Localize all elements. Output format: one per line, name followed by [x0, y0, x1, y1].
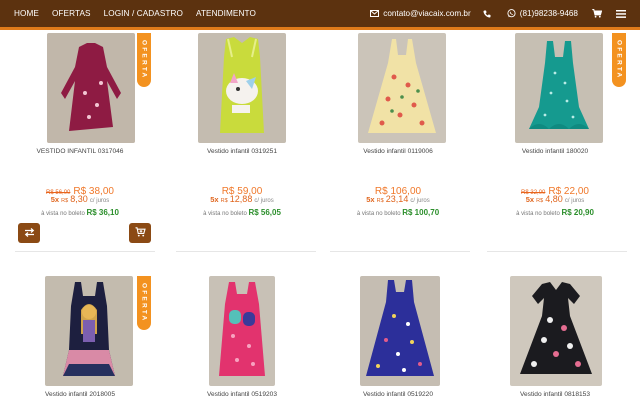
- offer-ribbon: OFERTA: [137, 33, 151, 87]
- envelope-icon: [370, 10, 380, 17]
- product-name[interactable]: Vestido infantil 0818153: [480, 391, 630, 398]
- product-image[interactable]: [515, 33, 603, 143]
- compare-button[interactable]: [18, 223, 40, 243]
- card-divider: [487, 251, 627, 252]
- whatsapp-number: (81)98238-9468: [519, 9, 578, 18]
- product-grid: OFERTA VESTIDO INFANTIL 0317046 R$ 56,00…: [0, 33, 640, 400]
- email-contact[interactable]: contato@viacaix.com.br: [370, 9, 471, 18]
- boleto-line: à vista no boleto R$ 100,70: [356, 208, 440, 217]
- product-image[interactable]: [45, 276, 133, 386]
- menu-icon[interactable]: [616, 9, 626, 18]
- product-image[interactable]: [358, 33, 446, 143]
- offer-ribbon: OFERTA: [612, 33, 626, 87]
- product-name[interactable]: Vestido infantil 0119006: [323, 148, 473, 155]
- cart-plus-icon: [135, 224, 146, 242]
- product-name[interactable]: VESTIDO INFANTIL 0317046: [5, 148, 155, 155]
- product-name[interactable]: Vestido infantil 0519203: [167, 391, 317, 398]
- card-divider: [176, 251, 316, 252]
- boleto-line: à vista no boleto R$ 20,90: [516, 208, 594, 217]
- boleto-line: à vista no boleto R$ 56,05: [203, 208, 281, 217]
- product-name[interactable]: Vestido infantil 0319251: [167, 148, 317, 155]
- installment-line: 5x R$ 4,80 c/ juros: [525, 194, 585, 204]
- email-text: contato@viacaix.com.br: [383, 9, 471, 18]
- product-name[interactable]: Vestido infantil 180020: [480, 148, 630, 155]
- card-divider: [330, 251, 470, 252]
- card-divider: [15, 251, 155, 252]
- boleto-line: à vista no boleto R$ 36,10: [41, 208, 119, 217]
- nav-login[interactable]: LOGIN / CADASTRO: [104, 9, 183, 18]
- cart-icon[interactable]: [592, 9, 602, 18]
- nav-atendimento[interactable]: ATENDIMENTO: [196, 9, 256, 18]
- main-nav: HOME OFERTAS LOGIN / CADASTRO ATENDIMENT…: [0, 0, 269, 27]
- product-image[interactable]: [47, 33, 135, 143]
- phone-icon: [483, 10, 491, 18]
- product-image[interactable]: [510, 276, 602, 386]
- offer-ribbon: OFERTA: [137, 276, 151, 330]
- installment-line: 5x R$ 23,14 c/ juros: [366, 194, 430, 204]
- swap-icon: [24, 224, 35, 242]
- whatsapp-contact[interactable]: (81)98238-9468: [507, 9, 578, 18]
- top-navigation-bar: HOME OFERTAS LOGIN / CADASTRO ATENDIMENT…: [0, 0, 640, 30]
- whatsapp-icon: [507, 9, 516, 18]
- installment-line: 5x R$ 12,88 c/ juros: [210, 194, 274, 204]
- add-to-cart-button[interactable]: [129, 223, 151, 243]
- phone-contact[interactable]: [483, 10, 495, 18]
- contact-area: contato@viacaix.com.br (81)98238-9468: [358, 0, 640, 27]
- nav-home[interactable]: HOME: [14, 9, 39, 18]
- installment-line: 5x R$ 8,30 c/ juros: [50, 194, 110, 204]
- product-image[interactable]: [360, 276, 440, 386]
- product-image[interactable]: [209, 276, 275, 386]
- product-name[interactable]: Vestido infantil 2018005: [5, 391, 155, 398]
- nav-ofertas[interactable]: OFERTAS: [52, 9, 91, 18]
- product-name[interactable]: Vestido infantil 0519220: [323, 391, 473, 398]
- product-image[interactable]: [198, 33, 286, 143]
